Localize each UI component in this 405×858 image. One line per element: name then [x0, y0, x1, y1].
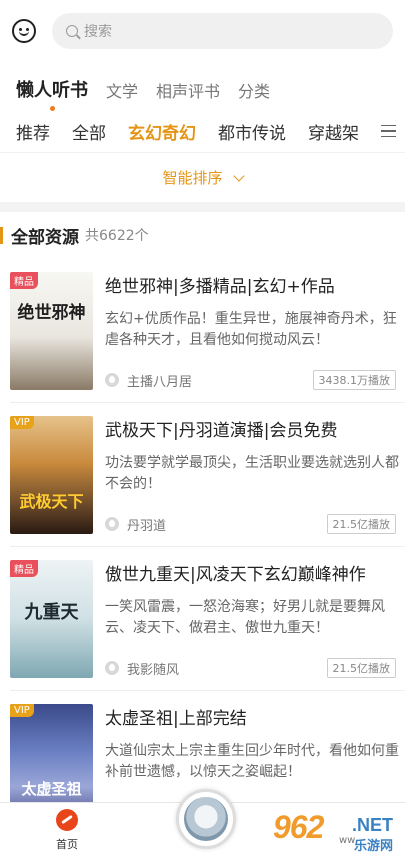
top-panel: 搜索 懒人听书 文学 相声评书 分类 推荐 全部 玄幻奇幻 都市传说 穿越架 智… — [0, 0, 405, 202]
search-bar: 搜索 — [0, 0, 405, 62]
play-count: 21.5亿播放 — [326, 658, 396, 678]
subnav-recommend[interactable]: 推荐 — [16, 119, 50, 144]
tab-crosstalk[interactable]: 相声评书 — [156, 78, 220, 102]
host-name: 我影随风 — [127, 662, 180, 678]
item-title: 绝世邪神|多播精品|玄幻+作品 — [105, 277, 335, 297]
tab-literature[interactable]: 文学 — [106, 78, 138, 102]
tab-classify[interactable]: 分类 — [238, 78, 270, 102]
badge-vip: VIP — [10, 704, 34, 717]
host-icon — [105, 373, 119, 387]
subnav-fantasy[interactable]: 玄幻奇幻 — [128, 119, 196, 144]
tab-home[interactable]: 首页 — [50, 809, 84, 852]
home-label: 首页 — [56, 838, 78, 851]
watermark-number: 962 — [273, 809, 324, 845]
watermark-site: 乐游网 — [353, 839, 393, 854]
badge-premium: 精品 — [10, 272, 38, 289]
sort-label: 智能排序 — [162, 169, 223, 187]
cover-title: 绝世邪神 — [17, 303, 86, 323]
subnav-urban[interactable]: 都市传说 — [218, 119, 286, 144]
menu-icon[interactable] — [371, 110, 405, 152]
item-title: 傲世九重天|风凌天下玄幻巅峰神作 — [105, 565, 366, 585]
item-title: 太虚圣祖|上部完结 — [105, 709, 247, 729]
search-icon — [66, 25, 78, 37]
host-name: 主播八月居 — [127, 374, 193, 390]
book-cover: 绝世邪神 精品 — [10, 272, 93, 390]
item-description: 功法要学就学最顶尖，生活职业要选就选别人都不会的！ — [105, 455, 399, 492]
list-item[interactable]: 武极天下 VIP 武极天下|丹羽道演播|会员免费 功法要学就学最顶尖，生活职业要… — [0, 402, 405, 546]
host-name: 丹羽道 — [127, 518, 167, 534]
list-item[interactable]: 绝世邪神 精品 绝世邪神|多播精品|玄幻+作品 玄幻+优质作品！重生异世，施展神… — [0, 258, 405, 402]
host-icon — [105, 661, 119, 675]
resource-section: 全部资源 共6622个 绝世邪神 精品 绝世邪神|多播精品|玄幻+作品 玄幻+优… — [0, 212, 405, 834]
cover-title: 太虚圣祖 — [21, 780, 82, 798]
book-cover: 九重天 精品 — [10, 560, 93, 678]
search-placeholder: 搜索 — [84, 24, 112, 40]
watermark-net: .NET — [351, 815, 393, 835]
section-title: 全部资源 — [11, 227, 79, 248]
item-description: 一笑风雷震，一怒沧海寒；好男儿就是要舞风云、凌天下、做君主、傲世九重天！ — [105, 599, 385, 636]
category-tabs: 懒人听书 文学 相声评书 分类 — [0, 62, 405, 111]
bottom-tabbar: 首页 962 .NET ww 乐游网 — [0, 789, 405, 858]
sub-navigation: 推荐 全部 玄幻奇幻 都市传说 穿越架 — [0, 110, 405, 152]
album-disc-icon — [184, 797, 228, 841]
list-item[interactable]: 九重天 精品 傲世九重天|风凌天下玄幻巅峰神作 一笑风雷震，一怒沧海寒；好男儿就… — [0, 546, 405, 690]
profile-smile-icon[interactable] — [12, 19, 36, 43]
now-playing-button[interactable] — [176, 789, 236, 849]
badge-vip: VIP — [10, 416, 34, 429]
section-header: 全部资源 共6622个 — [0, 212, 405, 258]
cover-title: 九重天 — [24, 602, 79, 623]
item-title: 武极天下|丹羽道演播|会员免费 — [105, 421, 338, 441]
book-cover: 武极天下 VIP — [10, 416, 93, 534]
item-description: 玄幻+优质作品！重生异世，施展神奇丹术，狂虐各种天才，且看他如何搅动风云！ — [105, 311, 397, 348]
search-input[interactable]: 搜索 — [52, 13, 393, 49]
section-count: 共6622个 — [85, 228, 149, 244]
play-count: 3438.1万播放 — [312, 370, 396, 390]
watermark-small: ww — [339, 835, 356, 846]
host-icon — [105, 517, 119, 531]
badge-premium: 精品 — [10, 560, 38, 577]
cover-title: 武极天下 — [19, 492, 84, 511]
subnav-all[interactable]: 全部 — [72, 119, 106, 144]
play-count: 21.5亿播放 — [326, 514, 396, 534]
home-icon — [56, 809, 78, 831]
tab-lazy-listen[interactable]: 懒人听书 — [16, 76, 88, 111]
item-description: 大道仙宗太上宗主重生回少年时代，看他如何重补前世遗憾，以惊天之姿崛起！ — [105, 743, 399, 780]
sort-dropdown[interactable]: 智能排序 — [0, 152, 405, 202]
subnav-time-travel[interactable]: 穿越架 — [308, 119, 359, 144]
chevron-down-icon — [232, 169, 245, 182]
watermark-logo: 962 .NET ww 乐游网 — [267, 809, 397, 854]
